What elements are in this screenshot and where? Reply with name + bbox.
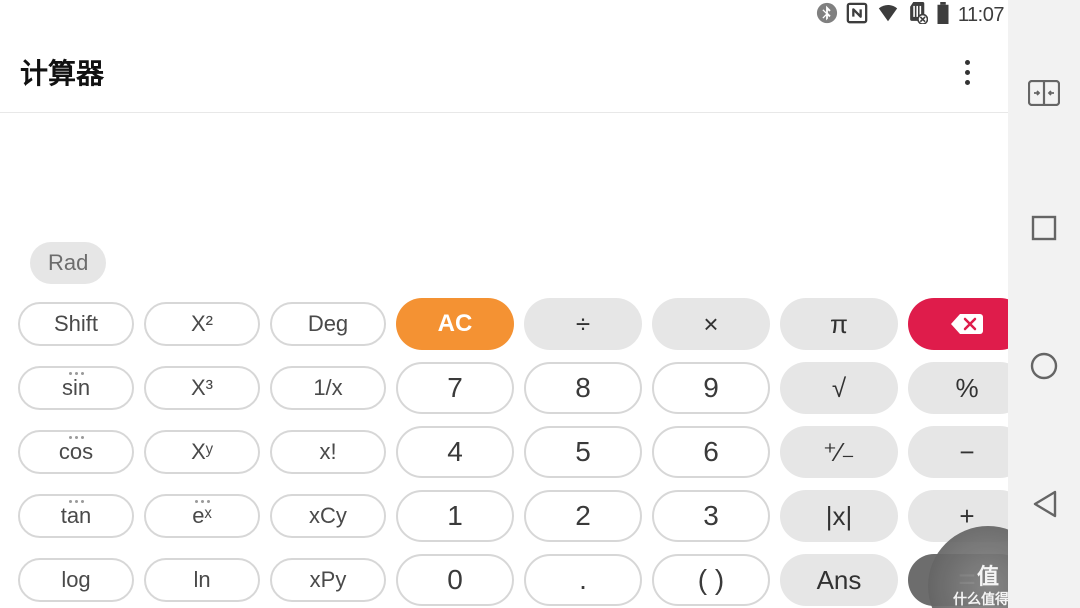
key-4[interactable]: 4 xyxy=(396,426,514,478)
battery-icon xyxy=(936,2,950,29)
keypad: Shift X² Deg AC ÷ × π sin X³ 1/x 7 8 9 √… xyxy=(0,292,1008,608)
key-permutation[interactable]: xPy xyxy=(270,558,386,602)
key-log[interactable]: log xyxy=(18,558,134,602)
key-5[interactable]: 5 xyxy=(524,426,642,478)
nav-back-icon[interactable] xyxy=(1031,490,1057,518)
app-main: 11:07 计算器 Rad Shift X² Deg AC ÷ × π sin … xyxy=(0,0,1008,608)
more-dots-icon xyxy=(69,372,84,375)
nav-dual-window-icon[interactable] xyxy=(1028,80,1060,106)
calc-display: Rad xyxy=(0,114,1008,288)
app-title: 计算器 xyxy=(20,52,104,92)
key-deg[interactable]: Deg xyxy=(270,302,386,346)
key-1[interactable]: 1 xyxy=(396,490,514,542)
key-x-pow-y[interactable]: Xʸ xyxy=(144,430,260,474)
key-plus-minus[interactable]: ⁺⁄₋ xyxy=(780,426,898,478)
key-pi[interactable]: π xyxy=(780,298,898,350)
wifi-icon xyxy=(876,2,900,29)
more-dots-icon xyxy=(69,436,84,439)
key-x-cubed[interactable]: X³ xyxy=(144,366,260,410)
nav-recents-icon[interactable] xyxy=(1031,215,1057,241)
nfc-icon xyxy=(846,2,868,29)
key-3[interactable]: 3 xyxy=(652,490,770,542)
key-all-clear[interactable]: AC xyxy=(396,298,514,350)
key-multiply[interactable]: × xyxy=(652,298,770,350)
sim-error-icon xyxy=(908,2,928,29)
key-8[interactable]: 8 xyxy=(524,362,642,414)
key-0[interactable]: 0 xyxy=(396,554,514,606)
key-tan[interactable]: tan xyxy=(18,494,134,538)
key-factorial[interactable]: x! xyxy=(270,430,386,474)
overflow-menu-button[interactable] xyxy=(947,50,988,95)
more-dots-icon xyxy=(69,500,84,503)
key-e-pow-x[interactable]: eˣ xyxy=(144,494,260,538)
key-x-squared[interactable]: X² xyxy=(144,302,260,346)
bluetooth-icon xyxy=(816,2,838,29)
key-ln[interactable]: ln xyxy=(144,558,260,602)
status-bar: 11:07 xyxy=(816,0,1008,26)
system-nav-bar xyxy=(1008,0,1080,608)
key-combination[interactable]: xCy xyxy=(270,494,386,538)
key-sqrt[interactable]: √ xyxy=(780,362,898,414)
more-dots-icon xyxy=(195,500,210,503)
key-parentheses[interactable]: ( ) xyxy=(652,554,770,606)
key-decimal[interactable]: . xyxy=(524,554,642,606)
key-2[interactable]: 2 xyxy=(524,490,642,542)
app-header: 计算器 xyxy=(0,40,1008,104)
key-abs[interactable]: |x| xyxy=(780,490,898,542)
key-sin[interactable]: sin xyxy=(18,366,134,410)
backspace-icon xyxy=(950,312,984,336)
angle-mode-badge[interactable]: Rad xyxy=(30,242,106,284)
key-9[interactable]: 9 xyxy=(652,362,770,414)
key-ans[interactable]: Ans xyxy=(780,554,898,606)
header-divider xyxy=(0,112,1008,113)
key-6[interactable]: 6 xyxy=(652,426,770,478)
nav-home-icon[interactable] xyxy=(1029,351,1059,381)
key-divide[interactable]: ÷ xyxy=(524,298,642,350)
status-time: 11:07 xyxy=(958,4,1004,27)
key-shift[interactable]: Shift xyxy=(18,302,134,346)
key-cos[interactable]: cos xyxy=(18,430,134,474)
key-reciprocal[interactable]: 1/x xyxy=(270,366,386,410)
key-7[interactable]: 7 xyxy=(396,362,514,414)
